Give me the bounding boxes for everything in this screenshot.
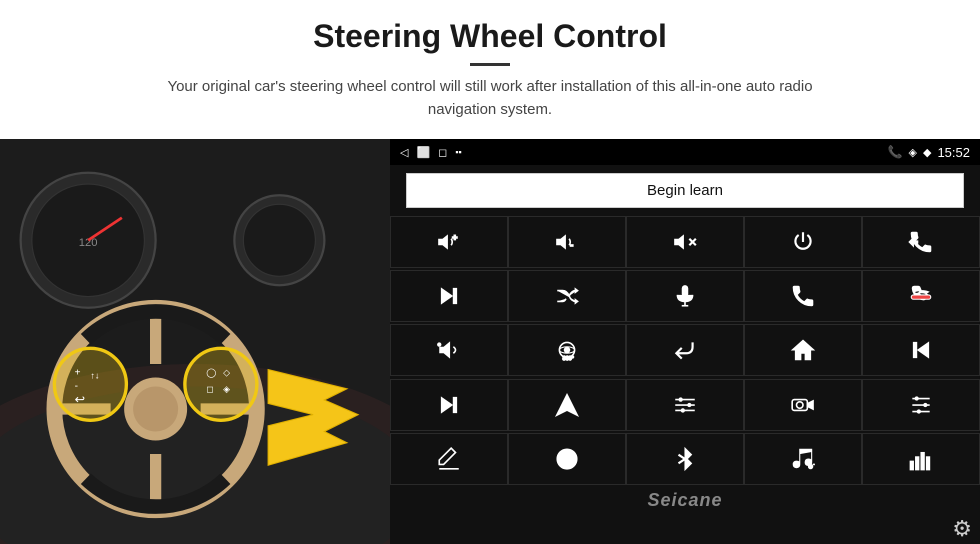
icon-microphone[interactable] <box>626 270 744 322</box>
signal-status-icon: ◆ <box>923 146 931 159</box>
battery-icon: ▪▪ <box>455 147 461 157</box>
icon-navigation[interactable] <box>508 379 626 431</box>
icon-pen[interactable] <box>390 433 508 485</box>
status-left: ◁ ⬜ ◻ ▪▪ <box>400 146 462 159</box>
icon-bluetooth[interactable] <box>626 433 744 485</box>
page-subtitle: Your original car's steering wheel contr… <box>140 76 840 121</box>
header-section: Steering Wheel Control Your original car… <box>0 0 980 131</box>
gear-icon-bottom-bar: ⚙ <box>390 514 980 544</box>
icon-skip-fwd[interactable] <box>390 379 508 431</box>
car-image-section: 120 <box>0 139 390 544</box>
svg-text:◯: ◯ <box>206 367 216 378</box>
location-status-icon: ◈ <box>909 146 917 159</box>
icon-dashcam[interactable] <box>744 379 862 431</box>
icon-horn[interactable] <box>390 324 508 376</box>
time-display: 15:52 <box>937 145 970 160</box>
svg-text:◇: ◇ <box>223 367 230 377</box>
icon-back[interactable] <box>626 324 744 376</box>
begin-learn-bar: Begin learn <box>390 165 980 216</box>
icon-music-settings[interactable] <box>744 433 862 485</box>
icon-equalizer[interactable] <box>626 379 744 431</box>
svg-text:◈: ◈ <box>223 384 230 394</box>
seicane-watermark: Seicane <box>390 487 980 514</box>
recents-nav-icon[interactable]: ◻ <box>438 146 447 159</box>
home-nav-icon[interactable]: ⬜ <box>416 146 430 159</box>
svg-text:+: + <box>75 367 81 378</box>
icon-phone-call[interactable] <box>744 270 862 322</box>
svg-text:↩: ↩ <box>75 392 85 406</box>
icon-hang-up[interactable] <box>862 270 980 322</box>
icon-shuffle-next[interactable] <box>508 270 626 322</box>
icon-power[interactable] <box>744 216 862 268</box>
icon-spectrum[interactable] <box>862 433 980 485</box>
svg-text:+: + <box>452 232 457 242</box>
content-row: 120 <box>0 139 980 544</box>
svg-text:-: - <box>570 239 573 249</box>
icon-mute[interactable] <box>626 216 744 268</box>
icon-grid: + - <box>390 216 980 487</box>
icon-next-track[interactable] <box>390 270 508 322</box>
svg-text:360°: 360° <box>563 356 574 362</box>
svg-text:-: - <box>75 381 78 392</box>
back-nav-icon[interactable]: ◁ <box>400 146 408 159</box>
icon-audio-settings[interactable] <box>862 379 980 431</box>
begin-learn-button[interactable]: Begin learn <box>406 173 964 208</box>
icon-360-circle[interactable] <box>508 433 626 485</box>
title-divider <box>470 63 510 66</box>
icon-phone-prev[interactable] <box>862 216 980 268</box>
page-container: Steering Wheel Control Your original car… <box>0 0 980 544</box>
icon-skip-back[interactable] <box>862 324 980 376</box>
icon-home[interactable] <box>744 324 862 376</box>
android-status-bar: ◁ ⬜ ◻ ▪▪ 📞 ◈ ◆ 15:52 <box>390 139 980 165</box>
settings-gear-icon[interactable]: ⚙ <box>952 516 972 542</box>
icon-360-view[interactable]: 360° <box>508 324 626 376</box>
icon-vol-down[interactable]: - <box>508 216 626 268</box>
car-steering-image: 120 <box>0 139 390 544</box>
page-title: Steering Wheel Control <box>40 18 940 55</box>
svg-text:↑↓: ↑↓ <box>90 371 99 381</box>
phone-status-icon: 📞 <box>888 145 903 159</box>
android-panel: ◁ ⬜ ◻ ▪▪ 📞 ◈ ◆ 15:52 Begin learn <box>390 139 980 544</box>
status-right: 📞 ◈ ◆ 15:52 <box>888 145 970 160</box>
icon-vol-up[interactable]: + <box>390 216 508 268</box>
svg-text:◻: ◻ <box>206 384 213 394</box>
